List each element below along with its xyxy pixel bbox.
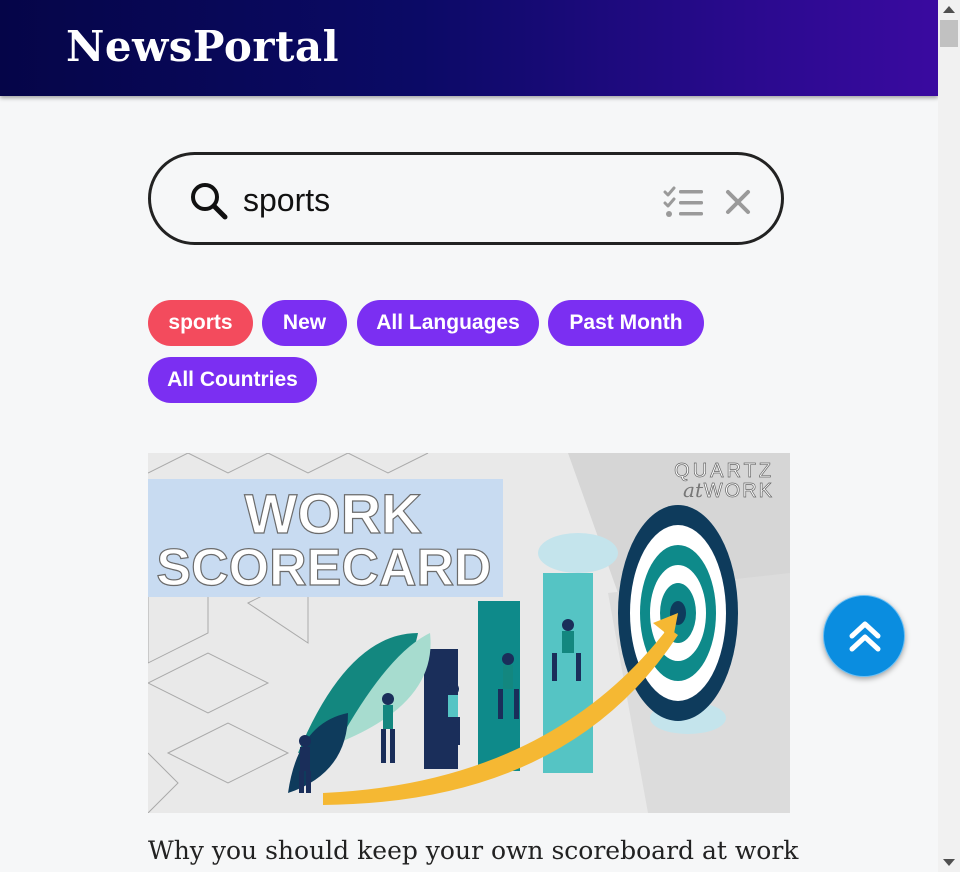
article-image[interactable]: WORK SCORECARD QUARTZ at WORK xyxy=(148,453,790,813)
chip-all-languages[interactable]: All Languages xyxy=(357,300,539,346)
scroll-thumb[interactable] xyxy=(940,20,958,47)
scroll-to-top-button[interactable] xyxy=(823,595,905,677)
scroll-up-arrow[interactable] xyxy=(943,6,955,13)
chip-past-month[interactable]: Past Month xyxy=(548,300,704,346)
chip-all-countries[interactable]: All Countries xyxy=(148,357,317,403)
search-bar xyxy=(148,152,784,245)
search-input[interactable] xyxy=(243,179,623,221)
image-brand-at: at xyxy=(683,478,704,502)
article-title[interactable]: Why you should keep your own scoreboard … xyxy=(148,836,848,865)
filter-list-icon[interactable] xyxy=(663,185,705,219)
brand-logo[interactable]: NewsPortal xyxy=(66,22,339,71)
image-brand-work: WORK xyxy=(704,480,774,502)
double-chevron-up-icon xyxy=(849,621,881,652)
scroll-down-arrow[interactable] xyxy=(943,859,955,866)
work-scorecard-illustration: WORK SCORECARD QUARTZ at WORK xyxy=(148,453,790,813)
image-headline-top: WORK xyxy=(244,482,421,545)
chip-new[interactable]: New xyxy=(262,300,347,346)
image-headline-bottom: SCORECARD xyxy=(156,539,491,597)
app-header: NewsPortal xyxy=(0,0,938,96)
page-scrollbar[interactable] xyxy=(938,0,960,872)
search-icon xyxy=(191,183,228,220)
close-icon[interactable] xyxy=(725,189,751,215)
chip-sports[interactable]: sports xyxy=(148,300,253,346)
